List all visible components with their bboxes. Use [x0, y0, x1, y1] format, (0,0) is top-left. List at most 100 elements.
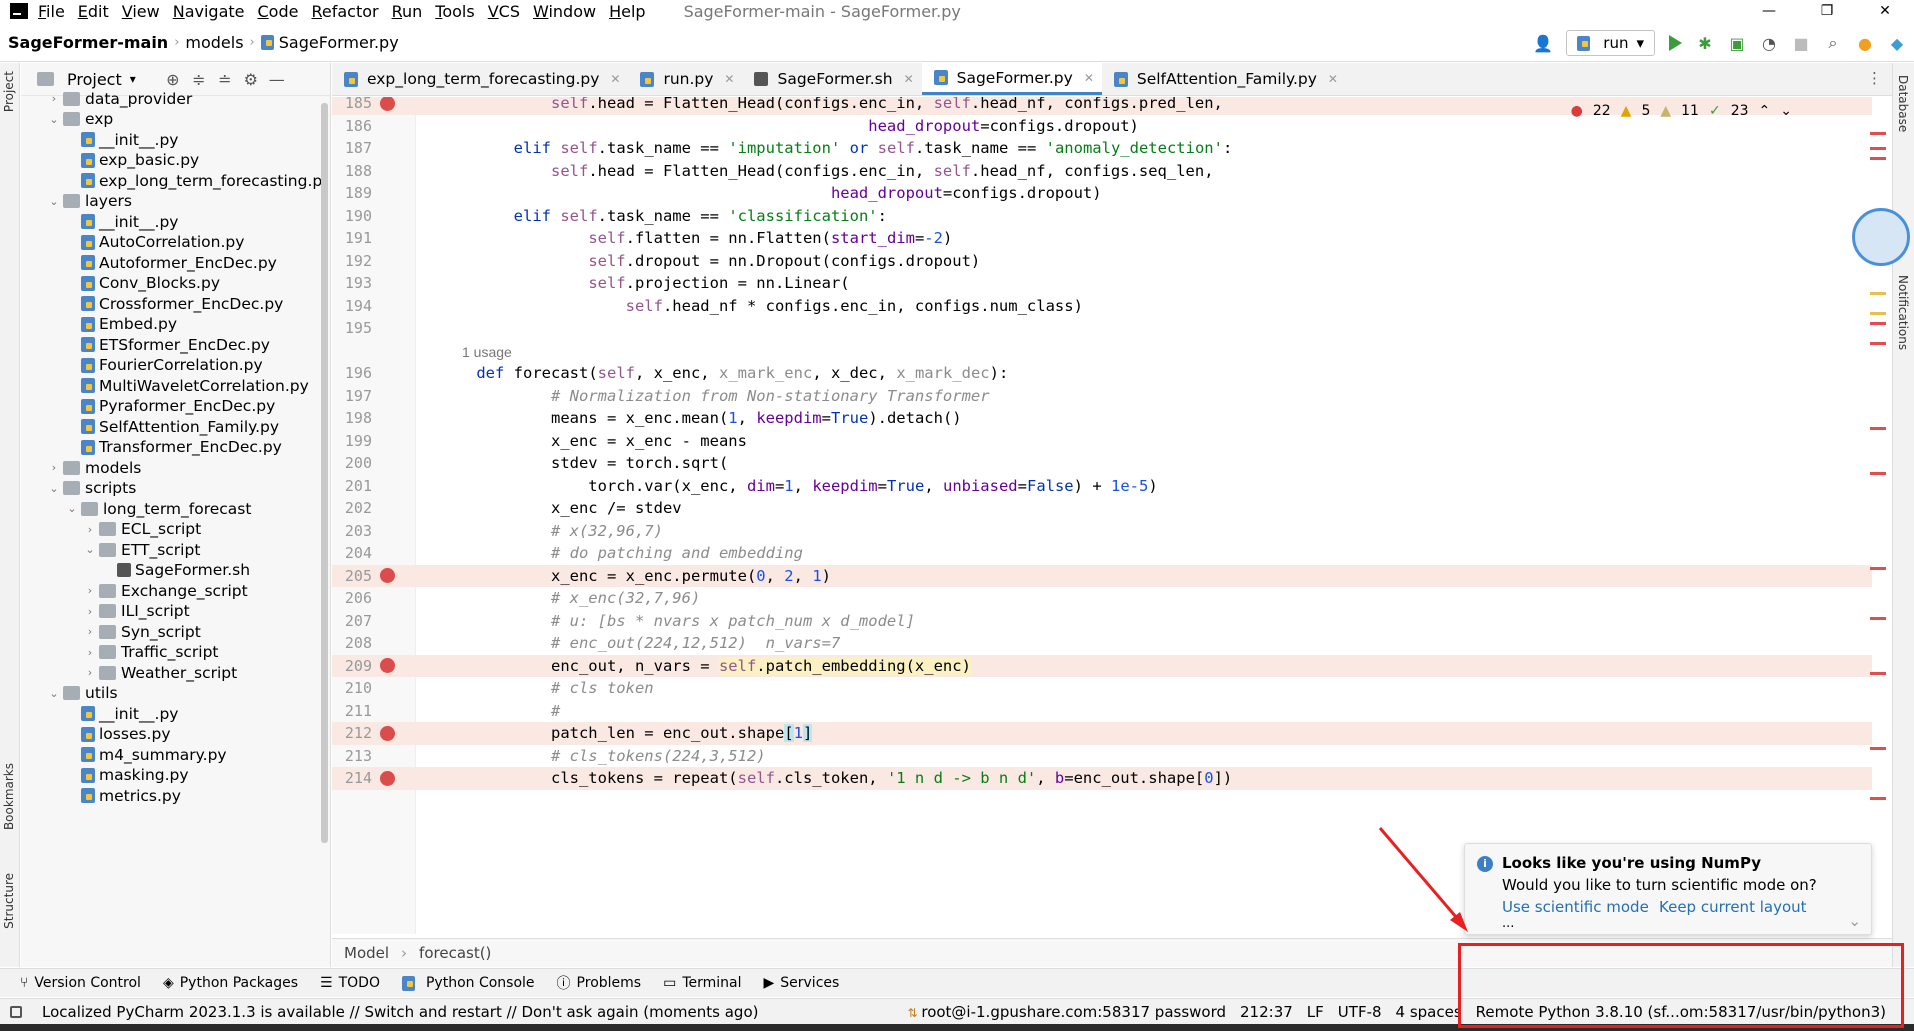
breakpoint-icon[interactable] [380, 658, 395, 674]
code-line[interactable]: 208 # enc_out(224,12,512) n_vars=7 [332, 632, 1872, 655]
structure-tool-tab[interactable]: Structure [2, 873, 16, 929]
chevron-right-icon[interactable]: › [81, 523, 99, 536]
chevron-down-icon[interactable]: ⌄ [45, 195, 63, 208]
menu-navigate[interactable]: Navigate [173, 2, 245, 21]
problems-tool[interactable]: ⓘ Problems [557, 973, 642, 993]
search-icon[interactable]: ⌕ [1824, 33, 1842, 52]
chevron-right-icon[interactable]: › [81, 666, 99, 679]
code-line[interactable]: 201 torch.var(x_enc, dim=1, keepdim=True… [332, 475, 1872, 498]
gear-icon[interactable]: ⚙ [242, 70, 260, 89]
breakpoint-icon[interactable] [380, 725, 395, 741]
code-line[interactable]: 192 self.dropout = nn.Dropout(configs.dr… [332, 250, 1872, 273]
chevron-right-icon[interactable]: › [81, 646, 99, 659]
chevron-up-icon[interactable]: ⌃ [1759, 103, 1771, 119]
code-line[interactable]: 189 head_dropout=configs.dropout) [332, 182, 1872, 205]
status-message[interactable]: Localized PyCharm 2023.1.3 is available … [42, 1003, 758, 1021]
code-line[interactable]: 213 # cls_tokens(224,3,512) [332, 745, 1872, 768]
editor-tab[interactable]: SageFormer.sh ✕ [742, 63, 921, 95]
error-mark[interactable] [1870, 132, 1886, 135]
project-tool-tab[interactable]: Project [2, 71, 16, 112]
chevron-right-icon[interactable]: › [81, 584, 99, 597]
code-line[interactable]: 214 cls_tokens = repeat(self.cls_token, … [332, 767, 1872, 790]
chevron-down-icon[interactable]: ⌄ [1848, 912, 1861, 930]
menu-window[interactable]: Window [533, 2, 596, 21]
collapse-all-icon[interactable]: ≐ [216, 70, 234, 89]
menu-run[interactable]: Run [392, 2, 423, 21]
project-scrollbar[interactable] [321, 103, 328, 843]
warning-mark[interactable] [1870, 292, 1886, 295]
code-line[interactable]: 209 enc_out, n_vars = self.patch_embeddi… [332, 654, 1872, 677]
menu-vcs[interactable]: VCS [488, 2, 520, 21]
error-mark[interactable] [1870, 472, 1886, 475]
close-tab-icon[interactable]: ✕ [610, 72, 620, 86]
chevron-down-icon[interactable]: ⌄ [63, 502, 81, 515]
services-tool[interactable]: ▶ Services [763, 975, 839, 991]
version-control-tool[interactable]: ⑂ Version Control [20, 975, 141, 991]
run-config-selector[interactable]: run ▾ [1566, 30, 1655, 56]
code-line[interactable]: 203 # x(32,96,7) [332, 520, 1872, 543]
more-tabs-icon[interactable]: ⋮ [1857, 63, 1892, 95]
error-mark[interactable] [1870, 617, 1886, 620]
restore-icon[interactable]: ❐ [1798, 0, 1856, 22]
warning-mark[interactable] [1870, 312, 1886, 315]
close-tab-icon[interactable]: ✕ [724, 72, 734, 86]
menu-code[interactable]: Code [258, 2, 299, 21]
use-scientific-mode-link[interactable]: Use scientific mode [1502, 898, 1649, 916]
notification-more[interactable]: ... [1502, 916, 1514, 931]
menu-view[interactable]: View [122, 2, 160, 21]
update-icon[interactable]: ● [1856, 34, 1874, 53]
bookmarks-tool-tab[interactable]: Bookmarks [2, 763, 16, 830]
chevron-right-icon[interactable]: › [81, 625, 99, 638]
code-editor[interactable]: 185 self.head = Flatten_Head(configs.enc… [332, 97, 1872, 934]
usage-hint[interactable]: 1 usage [462, 344, 512, 360]
chevron-down-icon[interactable]: ⌄ [45, 113, 63, 126]
code-line[interactable]: 188 self.head = Flatten_Head(configs.enc… [332, 160, 1872, 183]
code-line[interactable]: 206 # x_enc(32,7,96) [332, 587, 1872, 610]
python-console-tool[interactable]: Python Console [401, 975, 535, 991]
menu-help[interactable]: Help [609, 2, 645, 21]
code-line[interactable]: 207 # u: [bs * nvars x patch_num x d_mod… [332, 610, 1872, 633]
expand-all-icon[interactable]: ≑ [190, 70, 208, 89]
chevron-down-icon[interactable]: ⌄ [1780, 103, 1792, 119]
code-line[interactable]: 200 stdev = torch.sqrt( [332, 452, 1872, 475]
chevron-right-icon[interactable]: › [45, 461, 63, 474]
profile-icon[interactable]: ◔ [1760, 34, 1778, 53]
code-line[interactable]: 187 elif self.task_name == 'imputation' … [332, 137, 1872, 160]
code-line[interactable]: 205 x_enc = x_enc.permute(0, 2, 1) [332, 564, 1872, 587]
stop-icon[interactable]: ■ [1792, 34, 1810, 53]
error-mark[interactable] [1870, 567, 1886, 570]
menu-tools[interactable]: Tools [435, 2, 474, 21]
coverage-icon[interactable]: ▣ [1728, 34, 1746, 53]
editor-tab[interactable]: exp_long_term_forecasting.py ✕ [332, 63, 628, 95]
code-line[interactable]: 199 x_enc = x_enc - means [332, 430, 1872, 453]
breadcrumb-method[interactable]: forecast() [419, 944, 491, 962]
code-line[interactable]: 202 x_enc /= stdev [332, 497, 1872, 520]
chevron-right-icon[interactable]: › [81, 605, 99, 618]
error-mark[interactable] [1870, 427, 1886, 430]
code-line[interactable]: 210 # cls token [332, 677, 1872, 700]
chevron-right-icon[interactable]: › [45, 92, 63, 105]
code-line[interactable]: 197 # Normalization from Non-stationary … [332, 385, 1872, 408]
error-mark[interactable] [1870, 157, 1886, 160]
code-line[interactable]: 211 # [332, 700, 1872, 723]
error-mark[interactable] [1870, 672, 1886, 675]
line-separator[interactable]: LF [1307, 1003, 1324, 1021]
ide-logo-icon[interactable]: ◆ [1888, 34, 1906, 53]
breadcrumb-class[interactable]: Model [344, 944, 389, 962]
notifications-tool-tab[interactable]: Notifications [1896, 275, 1910, 350]
keep-current-layout-link[interactable]: Keep current layout [1659, 898, 1807, 916]
code-line[interactable]: 212 patch_len = enc_out.shape[1] [332, 722, 1872, 745]
close-icon[interactable]: ✕ [1856, 0, 1914, 22]
error-mark[interactable] [1870, 322, 1886, 325]
debug-icon[interactable]: ✱ [1696, 34, 1714, 53]
close-tab-icon[interactable]: ✕ [1084, 71, 1094, 85]
code-line[interactable]: 193 self.projection = nn.Linear( [332, 272, 1872, 295]
breadcrumb-folder[interactable]: models [185, 33, 243, 52]
breadcrumb-project[interactable]: SageFormer-main [8, 33, 168, 52]
user-icon[interactable]: 👤 [1533, 34, 1553, 53]
todo-tool[interactable]: ☰ TODO [320, 975, 380, 991]
code-line[interactable]: 191 self.flatten = nn.Flatten(start_dim=… [332, 227, 1872, 250]
editor-tab[interactable]: SageFormer.py ✕ [921, 63, 1102, 95]
chevron-down-icon[interactable]: ⌄ [81, 543, 99, 556]
chevron-down-icon[interactable]: ⌄ [45, 687, 63, 700]
